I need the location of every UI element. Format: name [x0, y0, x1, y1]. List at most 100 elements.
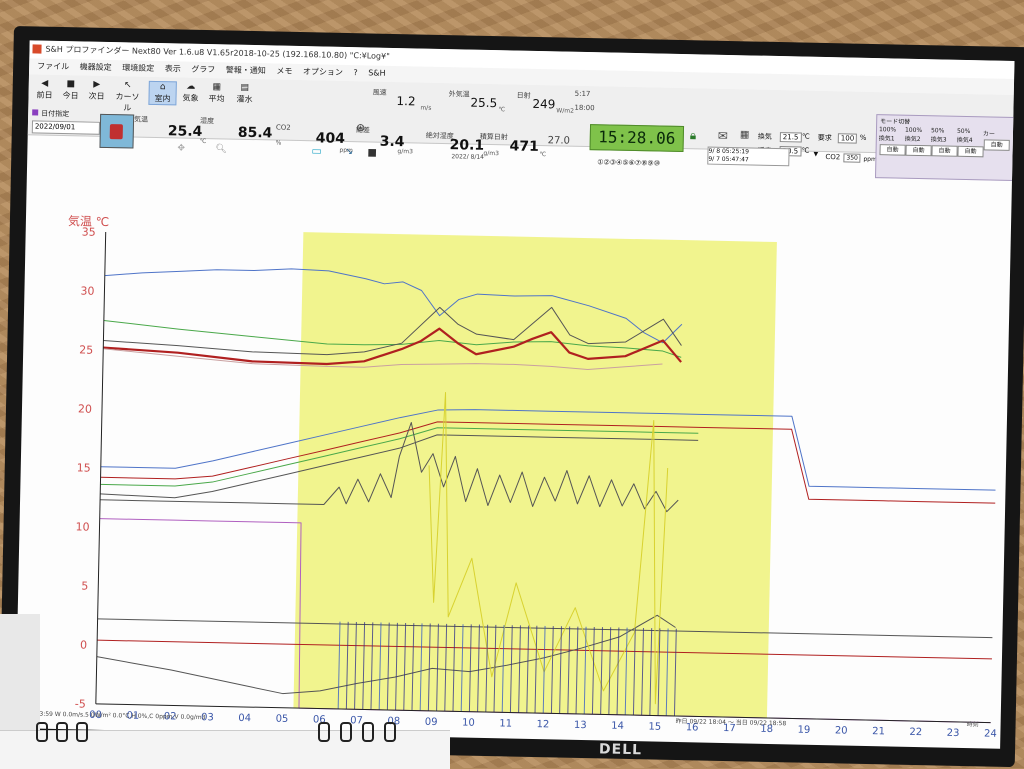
menu-device-settings[interactable]: 機器設定 — [80, 62, 112, 72]
x-tick-label: 21 — [872, 726, 885, 737]
temperature-chart[interactable]: 気温 ℃-50510152025303500 01 02 03 04 05 06 07 08 09… — [15, 136, 1012, 748]
menu-sh[interactable]: S&H — [368, 68, 386, 77]
indoor-button[interactable]: ⌂ 室内 — [148, 80, 177, 106]
menu-file[interactable]: ファイル — [37, 61, 69, 71]
notebook-ring — [76, 722, 88, 742]
notebook-ring — [36, 722, 48, 742]
demand-value[interactable]: 100 — [837, 133, 858, 144]
y-tick-label: 30 — [80, 284, 94, 297]
outdoor-temp-value: 25.5 — [470, 95, 498, 111]
y-tick-label: 35 — [82, 225, 96, 238]
lock-icon[interactable]: 🔒︎ — [690, 128, 697, 143]
y-tick-label: 15 — [77, 461, 91, 474]
notebook-ring — [56, 722, 68, 742]
curtain-mode-select[interactable]: 自動 — [983, 139, 1010, 151]
mode-column-vent3: 50% 換気3 自動 — [930, 127, 958, 157]
monitor-bezel: S&H プロファインダー Next80 Ver 1.6.u8 V1.65r201… — [0, 26, 1024, 768]
temp-label: 気温 — [133, 115, 149, 124]
x-tick-label: 10 — [462, 718, 475, 729]
notebook-ring — [362, 722, 374, 742]
mode-column-vent2: 100% 換気2 自動 — [904, 127, 932, 157]
ventilation-label: 換気 — [757, 132, 772, 141]
square-icon: ■ — [66, 79, 76, 90]
cursor-icon: ↖ — [123, 80, 132, 91]
menu-environment-settings[interactable]: 環境設定 — [122, 63, 154, 73]
temp-value: 25.4 — [167, 123, 203, 140]
mode-column-curtain: カー 自動 — [982, 128, 1010, 158]
ventilation-temp[interactable]: 21.5 — [779, 132, 802, 143]
irrigation-button[interactable]: ▤ 灌水 — [232, 83, 256, 105]
menu-view[interactable]: 表示 — [165, 64, 181, 73]
y-tick-label: 10 — [75, 520, 89, 533]
outdoor-temp-label: 外気温 — [448, 90, 470, 99]
window-title: S&H プロファインダー Next80 Ver 1.6.u8 V1.65r201… — [45, 44, 390, 61]
integrated-solar-label: 積算日射 — [479, 132, 508, 142]
prev-day-button[interactable]: ◀ 前日 — [32, 78, 56, 100]
x-tick-label: 13 — [574, 720, 587, 731]
weather-icon: ☁ — [186, 81, 196, 92]
co2-label: CO2 — [275, 123, 291, 132]
side-device — [0, 614, 40, 734]
triangle-left-icon: ◀ — [41, 78, 49, 89]
mail-icon[interactable]: ✉ — [718, 129, 728, 143]
demand-label: 要求 — [817, 133, 832, 143]
y-tick-label: 5 — [81, 580, 88, 593]
menu-help[interactable]: ? — [353, 68, 357, 77]
x-tick-label: 24 — [984, 728, 997, 739]
y-tick-label: 25 — [79, 343, 93, 356]
date-picker[interactable]: 2022/09/01 — [31, 120, 101, 135]
notebook-ring — [340, 722, 352, 742]
wind-speed-value: 1.2 — [396, 94, 416, 109]
x-tick-label: 19 — [797, 725, 810, 736]
average-button[interactable]: ▦ 平均 — [204, 82, 228, 104]
y-axis — [95, 231, 107, 704]
notebook-ring — [384, 722, 396, 742]
mode-column-vent1: 100% 換気1 自動 — [878, 126, 906, 156]
x-tick-label: 04 — [238, 713, 251, 724]
x-tick-label: 23 — [947, 728, 960, 739]
x-tick-label: 05 — [276, 714, 289, 725]
next-day-button[interactable]: ▶ 次日 — [84, 79, 108, 101]
today-button[interactable]: ■ 今日 — [58, 79, 82, 101]
x-tick-label: 09 — [425, 717, 438, 728]
notebook-ring — [318, 722, 330, 742]
x-tick-label: 20 — [835, 725, 848, 736]
y-tick-label: -5 — [75, 697, 86, 710]
y-tick-label: 0 — [80, 639, 87, 652]
humidity-label: 湿度 — [199, 116, 215, 126]
x-tick-label: 12 — [537, 719, 550, 730]
weather-button[interactable]: ☁ 気象 — [178, 81, 202, 103]
solar-value: 249 — [532, 96, 556, 112]
menu-memo[interactable]: メモ — [276, 67, 292, 76]
average-icon: ▦ — [212, 82, 222, 93]
humidity-value: 85.4 — [237, 124, 273, 142]
cursor-button[interactable]: ↖ カーソル — [112, 80, 143, 114]
y-tick-label: 20 — [78, 402, 92, 415]
date-select-label: 日付指定 — [32, 108, 69, 119]
x-tick-label: 15 — [648, 721, 661, 732]
solar-label: 日射 — [516, 91, 531, 100]
purple-square-icon — [32, 109, 39, 116]
app-logo-icon — [32, 44, 42, 54]
grid-icon[interactable]: ▦ — [740, 129, 750, 140]
wind-speed-unit: m/s — [420, 104, 432, 112]
irrigation-icon: ▤ — [240, 82, 250, 93]
sunrise-time: 5:17 — [574, 89, 591, 99]
solar-unit: W/m2 — [556, 107, 575, 115]
sub-outdoor-value: 27.0 — [547, 135, 571, 147]
dell-logo: DELL — [598, 741, 643, 759]
x-tick-label: 11 — [499, 718, 512, 729]
house-icon: ⌂ — [159, 82, 166, 93]
triangle-right-icon: ▶ — [93, 79, 101, 90]
sunset-time: 18:00 — [574, 103, 595, 113]
wind-speed-label: 風速 — [372, 88, 387, 97]
x-axis-note: 時刻 — [967, 720, 979, 728]
menu-graph[interactable]: グラフ — [191, 65, 215, 75]
compass-icon: ⊛ — [355, 121, 366, 135]
mode-column-vent4: 50% 換気4 自動 — [956, 128, 984, 158]
x-tick-label: 22 — [909, 727, 922, 738]
application-window: S&H プロファインダー Next80 Ver 1.6.u8 V1.65r201… — [15, 40, 1015, 749]
menu-options[interactable]: オプション — [303, 67, 343, 77]
menu-alarm[interactable]: 警報・通知 — [226, 65, 266, 75]
outdoor-temp-unit: ℃ — [498, 106, 506, 114]
